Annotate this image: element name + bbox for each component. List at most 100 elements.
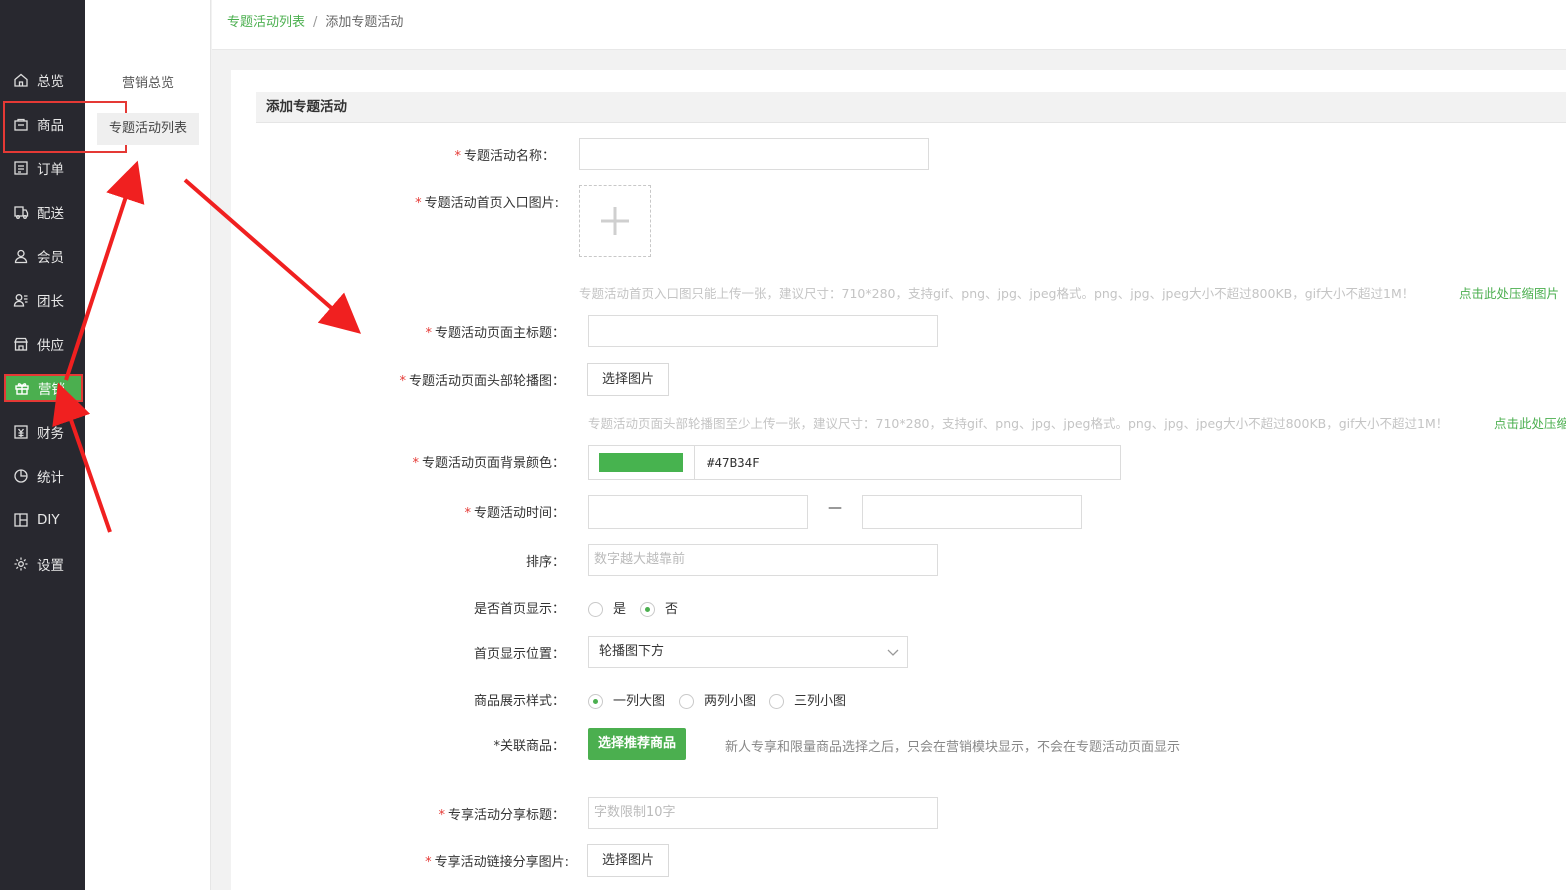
entry-image-hint: 专题活动首页入口图只能上传一张，建议尺寸：710*280，支持gif、png、j… [579, 286, 1415, 301]
required-mark: * [415, 196, 422, 211]
nav-item-marketing[interactable]: 营销 [4, 374, 83, 402]
nav-label: 团长 [37, 294, 64, 310]
style-three-radio[interactable] [769, 694, 784, 709]
home-show-label: 是否首页显示： [473, 602, 565, 617]
finance-icon [13, 424, 29, 440]
top-bar: 专题活动列表 / 添加专题活动 [212, 0, 1566, 50]
compress-image-link[interactable]: 点击此处压缩图片 [1459, 283, 1559, 302]
style-two-radio[interactable] [679, 694, 694, 709]
bg-color-label-text: 专题活动页面背景颜色： [421, 456, 565, 471]
plus-icon [601, 207, 629, 235]
sort-label: 排序： [525, 555, 565, 570]
nav-item-diy[interactable]: DIY [0, 504, 85, 536]
end-time-input[interactable] [862, 495, 1082, 529]
nav-label: 设置 [37, 558, 64, 574]
chevron-down-icon [887, 649, 899, 656]
home-position-value: 轮播图下方 [599, 644, 665, 659]
share-image-label: * 专享活动链接分享图片: [425, 851, 569, 870]
required-mark: * [425, 855, 432, 870]
nav-item-members[interactable]: 会员 [0, 240, 85, 272]
gift-icon [14, 380, 30, 396]
breadcrumb: 专题活动列表 / 添加专题活动 [227, 11, 403, 30]
required-mark: * [464, 506, 471, 521]
home-icon [13, 72, 29, 88]
main-title-label: * 专题活动页面主标题： [425, 322, 565, 341]
share-title-label: * 专享活动分享标题： [438, 804, 565, 823]
entry-image-label: * 专题活动首页入口图片: [415, 192, 559, 211]
home-show-yes-label[interactable]: 是 [613, 598, 626, 617]
form-title: 添加专题活动 [256, 92, 1566, 123]
nav-label: 财务 [37, 426, 64, 442]
main-title-input[interactable] [588, 315, 938, 347]
banner-compress-link[interactable]: 点击此处压缩 [1494, 413, 1566, 432]
nav-item-statistics[interactable]: 统计 [0, 460, 85, 492]
home-show-no-label[interactable]: 否 [665, 598, 678, 617]
color-swatch-button[interactable] [589, 446, 695, 479]
submenu-item-overview[interactable]: 营销总览 [85, 72, 211, 91]
nav-label: 营销 [38, 382, 65, 398]
required-mark: * [454, 149, 461, 164]
home-pos-label: 首页显示位置： [473, 647, 565, 662]
nav-label: 总览 [37, 74, 64, 90]
style-one-radio[interactable] [588, 694, 603, 709]
nav-item-supply[interactable]: 供应 [0, 328, 85, 360]
required-mark: * [438, 808, 445, 823]
pie-chart-icon [13, 468, 29, 484]
main-title-label-text: 专题活动页面主标题： [434, 326, 565, 341]
gear-icon [13, 556, 29, 572]
bg-color-picker[interactable]: #47B34F [588, 445, 1121, 480]
activity-name-input[interactable] [579, 138, 929, 170]
required-mark: * [399, 374, 406, 389]
goods-style-label: 商品展示样式： [473, 694, 565, 709]
submenu-item-topic-list[interactable]: 专题活动列表 [97, 113, 199, 145]
time-label-text: 专题活动时间： [473, 506, 565, 521]
share-title-label-text: 专享活动分享标题： [447, 808, 565, 823]
team-leader-icon [13, 292, 29, 308]
time-range-dash: — [828, 500, 842, 516]
share-select-image-button[interactable]: 选择图片 [587, 844, 670, 877]
nav-item-orders[interactable]: 订单 [0, 152, 85, 184]
nav-item-settings[interactable]: 设置 [0, 548, 85, 580]
nav-label: 订单 [37, 162, 64, 178]
entry-image-label-text: 专题活动首页入口图片: [424, 196, 559, 211]
banner-hint: 专题活动页面头部轮播图至少上传一张，建议尺寸：710*280，支持gif、png… [588, 416, 1449, 431]
style-one-label[interactable]: 一列大图 [613, 690, 665, 709]
nav-item-finance[interactable]: 财务 [0, 416, 85, 448]
home-show-yes-radio[interactable] [588, 602, 603, 617]
breadcrumb-current: 添加专题活动 [325, 15, 404, 30]
related-goods-note: 新人专享和限量商品选择之后，只会在营销模块显示，不会在专题活动页面显示 [725, 740, 1181, 755]
sort-input[interactable]: 数字越大越靠前 [588, 544, 938, 576]
home-show-no-radio[interactable] [640, 602, 655, 617]
style-two-label[interactable]: 两列小图 [704, 690, 756, 709]
share-title-input[interactable]: 字数限制10字 [588, 797, 938, 829]
entry-image-upload[interactable] [579, 185, 651, 257]
nav-label: 供应 [37, 338, 64, 354]
color-swatch [599, 453, 683, 472]
name-label-text: 专题活动名称： [463, 149, 555, 164]
nav-item-overview[interactable]: 总览 [0, 64, 85, 96]
share-image-label-text: 专享活动链接分享图片: [434, 855, 569, 870]
name-label: * 专题活动名称： [454, 145, 555, 164]
supply-store-icon [13, 336, 29, 352]
nav-item-team-leader[interactable]: 团长 [0, 284, 85, 316]
delivery-icon [13, 204, 29, 220]
order-icon [13, 160, 29, 176]
banner-label-text: 专题活动页面头部轮播图： [408, 374, 565, 389]
nav-item-delivery[interactable]: 配送 [0, 196, 85, 228]
nav-label: 统计 [37, 470, 64, 486]
required-mark: * [425, 326, 432, 341]
breadcrumb-parent-link[interactable]: 专题活动列表 [227, 15, 305, 30]
time-label: * 专题活动时间： [464, 502, 565, 521]
home-position-select[interactable]: 轮播图下方 [588, 636, 908, 668]
required-mark: * [412, 456, 419, 471]
color-value-text[interactable]: #47B34F [707, 455, 760, 470]
select-recommended-goods-button[interactable]: 选择推荐商品 [588, 728, 687, 760]
banner-select-image-button[interactable]: 选择图片 [587, 363, 670, 396]
nav-label: 会员 [37, 250, 64, 266]
layout-icon [13, 512, 29, 528]
style-three-label[interactable]: 三列小图 [794, 690, 846, 709]
bg-color-label: * 专题活动页面背景颜色： [412, 452, 565, 471]
start-time-input[interactable] [588, 495, 808, 529]
breadcrumb-separator: / [313, 15, 318, 30]
user-icon [13, 248, 29, 264]
